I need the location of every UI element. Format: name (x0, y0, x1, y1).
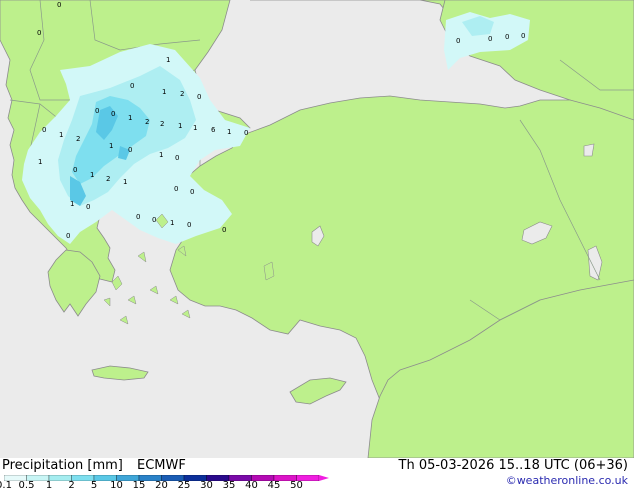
precip-label: 0 (95, 107, 99, 115)
precip-label: 0 (136, 213, 140, 221)
precip-label: 0 (521, 32, 525, 40)
footer-bar: Precipitation [mm] ECMWF Th 05-03-2026 1… (0, 458, 634, 492)
legend-tick: 50 (290, 480, 303, 491)
precip-label: 0 (73, 166, 77, 174)
precip-label: 1 (90, 171, 94, 179)
legend-tick: 45 (267, 480, 281, 491)
credit-link[interactable]: ©weatheronline.co.uk (506, 474, 628, 487)
precip-label: 0 (37, 29, 41, 37)
precip-label: 0 (175, 154, 179, 162)
legend-tick: 40 (245, 480, 258, 491)
precip-label: 1 (159, 151, 163, 159)
lake-sevan (583, 143, 595, 157)
precip-label: 2 (106, 175, 110, 183)
precip-label: 1 (109, 142, 113, 150)
precip-label: 2 (145, 118, 149, 126)
precip-label: 0 (187, 221, 191, 229)
legend-tick: 1 (45, 480, 53, 491)
precip-label: 0 (66, 232, 70, 240)
precip-label: 6 (211, 126, 216, 134)
precip-label: 1 (38, 158, 42, 166)
legend-tick: 30 (200, 480, 213, 491)
legend-title: Precipitation [mm] (2, 458, 123, 473)
precip-label: 2 (76, 135, 80, 143)
precip-label: 0 (86, 203, 90, 211)
precip-label: 0 (190, 188, 194, 196)
precip-label: 1 (70, 200, 74, 208)
precip-label: 0 (128, 146, 132, 154)
precip-label: 1 (59, 131, 63, 139)
precip-label: 1 (162, 88, 166, 96)
precip-label: 1 (170, 219, 174, 227)
precipitation-map: 00101 2 00 0 1 2 2 1 1 6 1 001 21 01 0101 2 10 01 00 0 1 0000… (0, 0, 634, 458)
precip-label: 0 (222, 226, 226, 234)
precip-label: 0 (42, 126, 46, 134)
precip-label: 1 (178, 122, 182, 130)
legend-tick: 35 (222, 480, 236, 491)
legend-tick: 0.1 (0, 480, 12, 491)
precip-label: 1 (166, 56, 170, 64)
precip-label: 0 (197, 93, 201, 101)
precip-label: 1 (193, 124, 197, 132)
legend-tick: 25 (177, 480, 191, 491)
valid-time: Th 05-03-2026 15..18 UTC (06+36) (398, 458, 629, 473)
precip-label: 0 (152, 216, 156, 224)
legend-tick: 10 (110, 480, 123, 491)
precip-label: 1 (128, 114, 132, 122)
precip-label: 0 (111, 110, 115, 118)
precip-label: 0 (174, 185, 178, 193)
legend-tick: 15 (132, 480, 146, 491)
legend-ticks: 0.10.5125101520253035404550 (0, 480, 330, 492)
precip-label: 2 (160, 120, 164, 128)
legend-model: ECMWF (137, 458, 186, 473)
precip-label: 2 (180, 90, 184, 98)
precip-label: 1 (227, 128, 231, 136)
legend-tick: 20 (155, 480, 168, 491)
precip-label: 0 (130, 82, 134, 90)
precip-label: 0 (488, 35, 492, 43)
precip-label: 0 (57, 1, 61, 9)
precip-label: 1 (123, 178, 127, 186)
precip-label: 0 (505, 33, 509, 41)
precip-label: 0 (244, 129, 248, 137)
legend-tick: 0.5 (18, 480, 35, 491)
precip-label: 0 (456, 37, 460, 45)
legend-tick: 2 (68, 480, 75, 491)
legend-tick: 5 (90, 480, 98, 491)
